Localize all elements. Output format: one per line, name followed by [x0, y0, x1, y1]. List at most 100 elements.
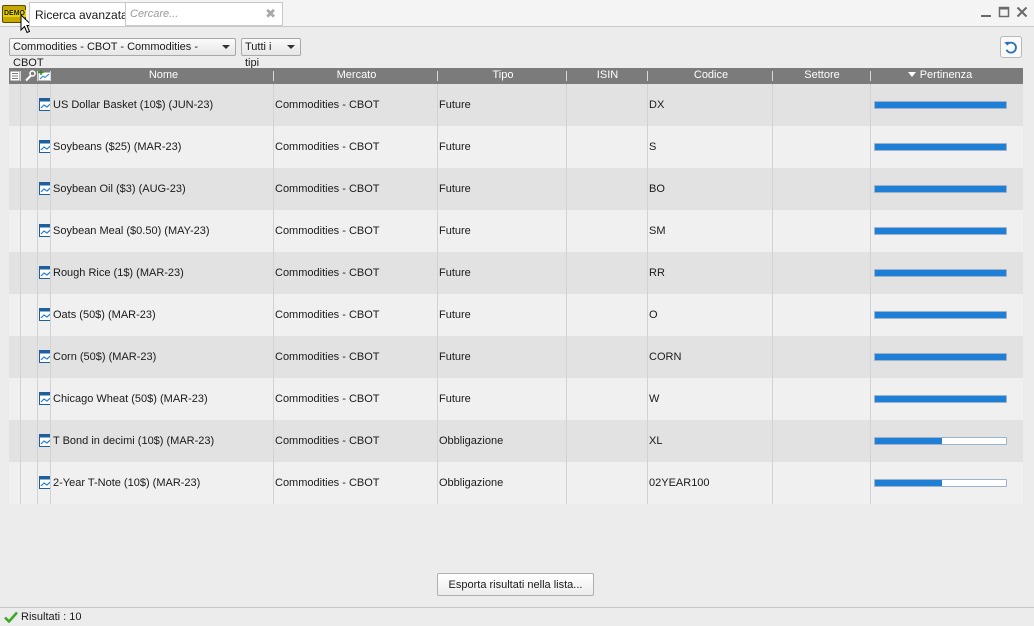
cell-tipo: Future: [438, 84, 567, 126]
relevance-bar-fill: [875, 144, 1006, 150]
type-dropdown[interactable]: Tutti i tipi: [241, 38, 301, 69]
cell-nome[interactable]: Corn (50$) (MAR-23): [51, 336, 274, 378]
cell-pertinenza: [871, 294, 1009, 336]
col-header-settore[interactable]: Settore: [773, 68, 871, 84]
col-header-pertinenza-label: Pertinenza: [919, 69, 973, 81]
close-icon[interactable]: [1016, 6, 1028, 18]
relevance-bar-fill: [875, 186, 1006, 192]
cell-isin: [567, 420, 648, 462]
col-header-codice[interactable]: Codice: [648, 68, 773, 84]
cell-nome[interactable]: Soybeans ($25) (MAR-23): [51, 126, 274, 168]
row-chart-cell: [38, 84, 51, 126]
market-dropdown[interactable]: Commodities - CBOT - Commodities - CBOT: [9, 38, 236, 69]
table-row[interactable]: Soybean Oil ($3) (AUG-23) Commodities - C…: [9, 168, 1023, 210]
cell-tipo: Future: [438, 168, 567, 210]
instrument-chart-icon[interactable]: [39, 140, 51, 153]
row-chart-cell: [38, 378, 51, 420]
col-header-mercato[interactable]: Mercato: [274, 68, 438, 84]
table-row[interactable]: Rough Rice (1$) (MAR-23) Commodities - CB…: [9, 252, 1023, 294]
cell-nome[interactable]: US Dollar Basket (10$) (JUN-23): [51, 84, 274, 126]
instrument-chart-icon[interactable]: [39, 308, 51, 321]
add-column-header[interactable]: [38, 68, 51, 84]
export-results-button[interactable]: Esporta risultati nella lista...: [437, 573, 594, 596]
row-tools-cell: [21, 252, 38, 294]
cell-tipo: Future: [438, 378, 567, 420]
instrument-chart-icon[interactable]: [39, 98, 51, 111]
relevance-bar: [874, 227, 1007, 235]
row-info-cell: [9, 252, 21, 294]
chevron-down-icon: [287, 45, 295, 49]
table-row[interactable]: 2-Year T-Note (10$) (MAR-23) Commodities …: [9, 462, 1023, 504]
cell-settore: [773, 84, 871, 126]
cell-tipo: Future: [438, 294, 567, 336]
cell-nome[interactable]: Soybean Meal ($0.50) (MAY-23): [51, 210, 274, 252]
row-tools-cell: [21, 462, 38, 504]
col-header-nome[interactable]: Nome: [51, 68, 274, 84]
table-row[interactable]: T Bond in decimi (10$) (MAR-23) Commoditi…: [9, 420, 1023, 462]
cell-mercato: Commodities - CBOT: [274, 420, 438, 462]
cell-codice: O: [648, 294, 773, 336]
cell-isin: [567, 378, 648, 420]
instrument-chart-icon[interactable]: [39, 434, 51, 447]
add-chart-icon: [38, 70, 51, 81]
table-row[interactable]: Soybean Meal ($0.50) (MAY-23) Commodities…: [9, 210, 1023, 252]
row-info-cell: [9, 168, 21, 210]
cell-codice: SM: [648, 210, 773, 252]
cell-nome[interactable]: Rough Rice (1$) (MAR-23): [51, 252, 274, 294]
relevance-bar: [874, 269, 1007, 277]
table-row[interactable]: Soybeans ($25) (MAR-23) Commodities - CBO…: [9, 126, 1023, 168]
row-info-cell: [9, 378, 21, 420]
instrument-chart-icon[interactable]: [39, 392, 51, 405]
table-row[interactable]: US Dollar Basket (10$) (JUN-23) Commoditi…: [9, 84, 1023, 126]
row-chart-cell: [38, 294, 51, 336]
row-info-cell: [9, 210, 21, 252]
relevance-bar-fill: [875, 312, 1006, 318]
cell-nome[interactable]: Oats (50$) (MAR-23): [51, 294, 274, 336]
row-info-cell: [9, 126, 21, 168]
cell-mercato: Commodities - CBOT: [274, 126, 438, 168]
cell-mercato: Commodities - CBOT: [274, 462, 438, 504]
cell-mercato: Commodities - CBOT: [274, 378, 438, 420]
refresh-button[interactable]: [1000, 36, 1022, 58]
col-header-pertinenza[interactable]: Pertinenza: [871, 68, 1009, 84]
cell-pertinenza: [871, 252, 1009, 294]
maximize-icon[interactable]: [998, 6, 1010, 18]
wrench-icon: [24, 70, 36, 82]
instrument-chart-icon[interactable]: [39, 350, 51, 363]
cell-pertinenza: [871, 378, 1009, 420]
table-row[interactable]: Corn (50$) (MAR-23) Commodities - CBOT Fut…: [9, 336, 1023, 378]
cell-nome[interactable]: Chicago Wheat (50$) (MAR-23): [51, 378, 274, 420]
instrument-chart-icon[interactable]: [39, 182, 51, 195]
cell-tipo: Obbligazione: [438, 420, 567, 462]
tab-ricerca-avanzata[interactable]: Ricerca avanzata: [29, 2, 134, 26]
table-row[interactable]: Oats (50$) (MAR-23) Commodities - CBOT Fut…: [9, 294, 1023, 336]
tools-column-header[interactable]: [21, 68, 38, 84]
instrument-chart-icon[interactable]: [39, 476, 51, 489]
cell-nome[interactable]: Soybean Oil ($3) (AUG-23): [51, 168, 274, 210]
cell-settore: [773, 168, 871, 210]
col-header-tipo[interactable]: Tipo: [438, 68, 567, 84]
cell-mercato: Commodities - CBOT: [274, 168, 438, 210]
clear-search-icon[interactable]: ✖: [265, 7, 276, 21]
cell-isin: [567, 126, 648, 168]
cell-mercato: Commodities - CBOT: [274, 252, 438, 294]
minimize-icon[interactable]: [980, 6, 992, 18]
instrument-chart-icon[interactable]: [39, 266, 51, 279]
cell-tipo: Obbligazione: [438, 462, 567, 504]
cell-nome[interactable]: T Bond in decimi (10$) (MAR-23): [51, 420, 274, 462]
col-header-isin[interactable]: ISIN: [567, 68, 648, 84]
row-chart-cell: [38, 126, 51, 168]
cell-nome[interactable]: 2-Year T-Note (10$) (MAR-23): [51, 462, 274, 504]
cell-settore: [773, 378, 871, 420]
instrument-chart-icon[interactable]: [39, 224, 51, 237]
relevance-bar-fill: [875, 480, 942, 486]
row-chart-cell: [38, 252, 51, 294]
row-tools-cell: [21, 126, 38, 168]
info-column-header[interactable]: [9, 68, 21, 84]
cell-pertinenza: [871, 168, 1009, 210]
search-box: ✖: [125, 2, 283, 26]
table-row[interactable]: Chicago Wheat (50$) (MAR-23) Commodities …: [9, 378, 1023, 420]
cell-pertinenza: [871, 126, 1009, 168]
search-input[interactable]: [126, 3, 261, 25]
relevance-bar-fill: [875, 270, 1006, 276]
